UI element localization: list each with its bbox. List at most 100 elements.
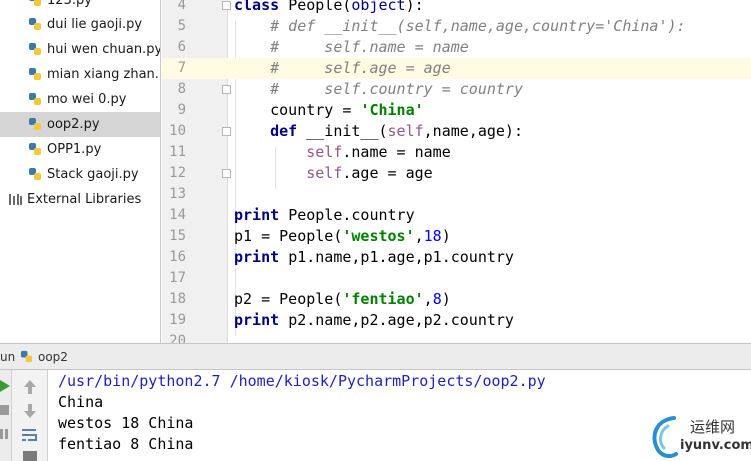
tree-item-label: oop2.py [47, 117, 100, 132]
line-number: 20 [169, 333, 186, 343]
code-text: self.age = age [306, 164, 433, 182]
line-number: 4 [177, 0, 186, 13]
tree-item-file[interactable]: Stack gaoji.py [0, 162, 160, 187]
tree-item-label: mian xiang zhan.py [47, 67, 160, 82]
line-number: 15 [169, 228, 186, 244]
code-line[interactable]: 11 self.name = name [162, 142, 751, 163]
soft-wrap-icon[interactable] [20, 425, 40, 445]
code-line[interactable]: 20 [162, 331, 751, 343]
console-output-line: fentiao 8 China [58, 435, 194, 453]
line-number: 6 [177, 39, 186, 55]
run-panel-header: un oop2 [0, 343, 751, 370]
code-line[interactable]: 19 print p2.name,p2.age,p2.country [162, 310, 751, 331]
arrow-up-icon[interactable] [20, 377, 40, 397]
pause-icon[interactable] [0, 428, 10, 440]
code-text: print People.country [234, 206, 415, 224]
line-number: 18 [169, 291, 186, 307]
code-line[interactable]: 9 country = 'China' [162, 100, 751, 121]
watermark-logo: 运维网 iyunv.com [648, 412, 751, 461]
tree-item-label: mo wei 0.py [47, 92, 127, 107]
code-text: # self.name = name [234, 38, 469, 56]
line-number: 17 [169, 270, 186, 286]
tree-item-label: Stack gaoji.py [47, 167, 139, 182]
watermark-domain: iyunv.com [680, 438, 751, 453]
code-editor[interactable]: 4 class People(object): 5 # def __init__… [162, 0, 751, 343]
run-console-output[interactable]: /usr/bin/python2.7 /home/kiosk/PycharmPr… [48, 370, 751, 461]
code-line[interactable]: 18 p2 = People('fentiao',8) [162, 289, 751, 310]
python-run-config-icon [20, 350, 33, 363]
code-line[interactable]: 14 print People.country [162, 205, 751, 226]
run-panel-label: un [0, 350, 16, 364]
code-line[interactable]: 6 # self.name = name [162, 37, 751, 58]
python-file-icon [29, 18, 41, 30]
code-text: p1 = People('westos',18) [234, 227, 451, 245]
code-line[interactable]: 15 p1 = People('westos',18) [162, 226, 751, 247]
library-icon [9, 194, 22, 205]
code-text: # self.age = age [234, 59, 451, 77]
arrow-down-icon[interactable] [20, 401, 40, 421]
fold-marker-icon[interactable] [222, 169, 231, 178]
tree-item-file[interactable]: mo wei 0.py [0, 87, 160, 112]
line-number: 10 [169, 123, 186, 139]
code-line[interactable]: 4 class People(object): [162, 0, 751, 16]
tree-item-external-libraries[interactable]: External Libraries [0, 187, 160, 212]
code-line[interactable]: 17 [162, 268, 751, 289]
project-tree: 123.py dui lie gaoji.py hui wen chuan.py… [0, 0, 161, 343]
code-line[interactable]: 10 def __init__(self,name,age): [162, 121, 751, 142]
run-toolbar [12, 370, 48, 461]
python-file-icon [29, 0, 41, 6]
tree-item-label: dui lie gaoji.py [47, 17, 143, 32]
line-number: 16 [169, 249, 186, 265]
code-text: class People(object): [234, 0, 424, 14]
fold-marker-icon[interactable] [222, 1, 231, 10]
line-number: 8 [177, 81, 186, 97]
tree-item-file[interactable]: OPP1.py [0, 137, 160, 162]
code-line[interactable]: 5 # def __init__(self,name,age,country='… [162, 16, 751, 37]
tree-item-file-selected[interactable]: oop2.py [0, 112, 160, 137]
tree-item-file[interactable]: dui lie gaoji.py [0, 12, 160, 37]
code-text: p2 = People('fentiao',8) [234, 290, 451, 308]
console-output-line: China [58, 393, 104, 411]
tree-item-label: External Libraries [27, 192, 142, 207]
tree-item-file[interactable]: mian xiang zhan.py [0, 62, 160, 87]
code-text: def __init__(self,name,age): [270, 122, 523, 140]
tree-item-label: hui wen chuan.py [47, 42, 161, 57]
python-file-icon [29, 68, 41, 80]
run-tab-oop2[interactable]: oop2 [38, 344, 68, 370]
python-file-icon [29, 43, 41, 55]
python-file-icon [29, 118, 41, 130]
tree-item-label: OPP1.py [47, 142, 102, 157]
line-number: 12 [169, 165, 186, 181]
line-number: 9 [177, 102, 186, 118]
console-output-line: westos 18 China [58, 414, 194, 432]
code-line[interactable]: 13 [162, 184, 751, 205]
code-text: # self.country = country [234, 80, 523, 98]
code-line[interactable]: 16 print p1.name,p1.age,p1.country [162, 247, 751, 268]
code-text: self.name = name [306, 143, 451, 161]
code-text: print p2.name,p2.age,p2.country [234, 311, 514, 329]
rerun-icon[interactable] [0, 380, 10, 392]
watermark-swirl-icon [652, 416, 678, 458]
line-number: 11 [169, 144, 186, 160]
fold-marker-icon[interactable] [222, 85, 231, 94]
tree-item-file[interactable]: hui wen chuan.py [0, 37, 161, 62]
code-line[interactable]: 12 self.age = age [162, 163, 751, 184]
line-number: 5 [177, 18, 186, 34]
line-number: 19 [169, 312, 186, 328]
line-number: 7 [177, 60, 186, 76]
python-file-icon [29, 93, 41, 105]
python-file-icon [29, 168, 41, 180]
python-file-icon [29, 143, 41, 155]
code-line[interactable]: 8 # self.country = country [162, 79, 751, 100]
print-icon[interactable] [20, 449, 40, 461]
code-text: # def __init__(self,name,age,country='Ch… [234, 17, 686, 35]
code-line-current[interactable]: 7 # self.age = age [162, 58, 751, 79]
line-number: 14 [169, 207, 186, 223]
code-text: print p1.name,p1.age,p1.country [234, 248, 514, 266]
stop-icon[interactable] [0, 404, 10, 416]
code-text: country = 'China' [234, 101, 424, 119]
line-number: 13 [169, 186, 186, 202]
console-command-line: /usr/bin/python2.7 /home/kiosk/PycharmPr… [58, 372, 546, 390]
watermark-brand: 运维网 [690, 418, 736, 436]
fold-marker-icon[interactable] [222, 127, 231, 136]
